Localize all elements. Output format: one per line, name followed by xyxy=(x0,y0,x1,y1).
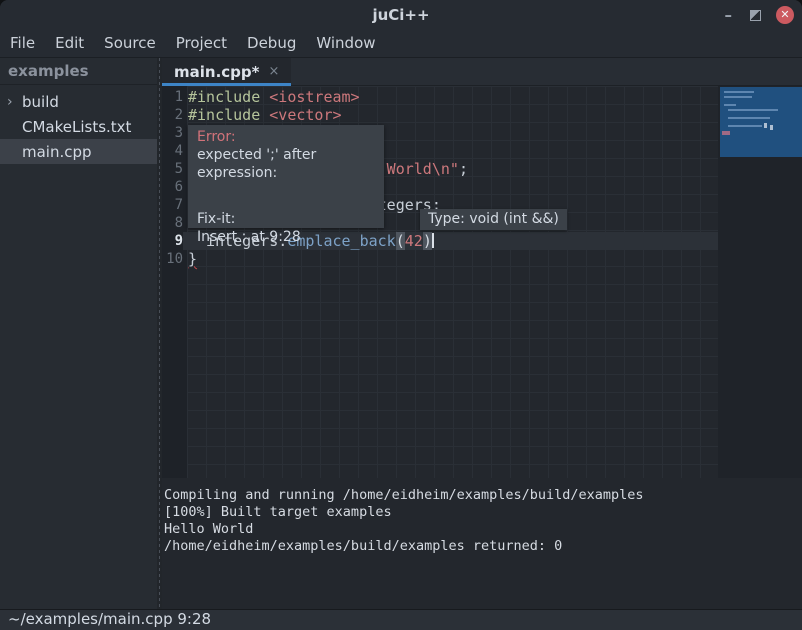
line-number: 5 xyxy=(162,160,183,178)
code-line[interactable]: 1 #include <iostream> xyxy=(162,88,718,106)
minimap[interactable] xyxy=(720,87,802,157)
menu-item[interactable]: Source xyxy=(94,30,166,57)
menu-item[interactable]: Edit xyxy=(45,30,94,57)
file-tree-item[interactable]: › build xyxy=(0,89,157,114)
file-tree: › build CMakeLists.txt main.cpp xyxy=(0,85,157,164)
window-controls: – ✕ xyxy=(722,0,795,30)
file-name: build xyxy=(22,93,59,111)
error-tooltip: Error: expected ';' after expression: Fi… xyxy=(188,125,384,228)
minimap-error-mark xyxy=(722,131,730,135)
error-tooltip-message: expected ';' after expression: xyxy=(197,146,375,182)
output-line: Compiling and running /home/eidheim/exam… xyxy=(164,487,802,504)
chevron-right-icon[interactable]: › xyxy=(7,94,22,110)
minimap-line xyxy=(724,96,752,98)
minimize-icon[interactable]: – xyxy=(722,0,736,30)
code-text: #include <vector> xyxy=(183,106,718,124)
window-title: juCi++ xyxy=(0,0,802,30)
output-line: [100%] Built target examples xyxy=(164,504,802,521)
statusbar: ~/examples/main.cpp 9:28 1 error, 1 fix … xyxy=(0,609,802,630)
code-line[interactable]: 10 } xyxy=(162,250,718,268)
error-tooltip-title: Error: xyxy=(197,128,375,146)
restore-icon[interactable] xyxy=(750,10,761,21)
line-number: 4 xyxy=(162,142,183,160)
menubar: File Edit Source Project Debug Window xyxy=(0,30,802,58)
output-line: /home/eidheim/examples/build/examples re… xyxy=(164,538,802,555)
minimap-line xyxy=(728,117,770,119)
file-tree-item[interactable]: main.cpp xyxy=(0,139,157,164)
minimap-bracket-mark xyxy=(770,125,773,130)
line-number: 10 xyxy=(162,250,183,268)
tabbar: main.cpp* × xyxy=(162,58,802,86)
code-line[interactable]: 2 #include <vector> xyxy=(162,106,718,124)
fixit-label: Fix-it: xyxy=(197,210,375,228)
file-name: CMakeLists.txt xyxy=(22,118,131,136)
minimap-line xyxy=(728,109,778,111)
line-number: 8 xyxy=(162,214,183,232)
fixit-text: Insert ; at 9:28 xyxy=(197,228,375,246)
line-number: 3 xyxy=(162,124,183,142)
juci-window: juCi++ – ✕ File Edit Source Project Debu… xyxy=(0,0,802,630)
tab-label: main.cpp* xyxy=(174,63,259,81)
project-name: examples xyxy=(0,58,157,85)
output-line: Hello World xyxy=(164,521,802,538)
line-number: 2 xyxy=(162,106,183,124)
file-tree-item[interactable]: CMakeLists.txt xyxy=(0,114,157,139)
minimap-line xyxy=(724,91,754,93)
menu-item[interactable]: Window xyxy=(306,30,385,57)
sidebar: examples › build CMakeLists.txt main.cpp xyxy=(0,58,157,610)
status-file-location: ~/examples/main.cpp 9:28 xyxy=(8,610,211,629)
close-icon[interactable]: ✕ xyxy=(776,6,794,24)
code-text: #include <iostream> xyxy=(183,88,718,106)
line-number: 1 xyxy=(162,88,183,106)
minimap-line xyxy=(724,104,736,106)
minimap-line xyxy=(728,125,762,127)
status-diagnostics: 1 error, 1 fix it xyxy=(553,610,689,630)
minimap-bracket-mark xyxy=(764,123,767,128)
output-panel[interactable]: Compiling and running /home/eidheim/exam… xyxy=(162,480,802,610)
titlebar[interactable]: juCi++ – ✕ xyxy=(0,0,802,30)
menu-item[interactable]: Project xyxy=(166,30,237,57)
code-text: } xyxy=(183,250,718,268)
tab-main-cpp[interactable]: main.cpp* × xyxy=(162,58,291,85)
type-tooltip: Type: void (int &&) xyxy=(420,209,567,230)
line-number: 9 xyxy=(162,232,183,250)
menu-item[interactable]: File xyxy=(0,30,45,57)
tab-close-icon[interactable]: × xyxy=(268,64,279,79)
menu-item[interactable]: Debug xyxy=(237,30,306,57)
line-number: 6 xyxy=(162,178,183,196)
file-name: main.cpp xyxy=(22,143,92,161)
line-number: 7 xyxy=(162,196,183,214)
